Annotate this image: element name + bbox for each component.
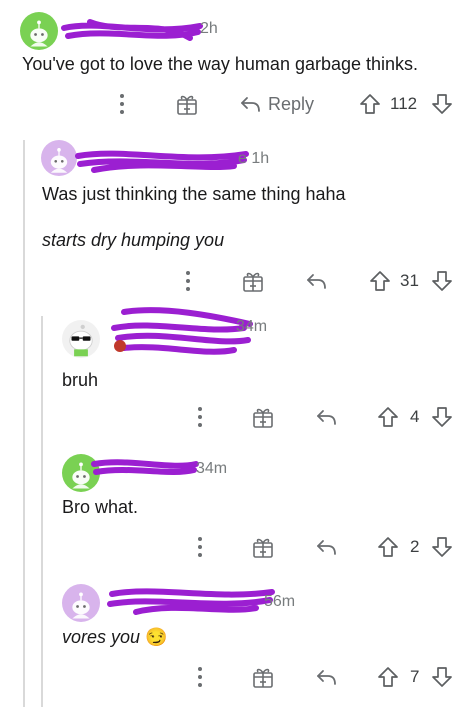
comment-body-italic: starts dry humping you — [42, 230, 225, 250]
award-button[interactable] — [176, 89, 198, 119]
reply-button[interactable] — [306, 266, 328, 296]
reply-button[interactable] — [316, 402, 338, 432]
gift-award-icon — [243, 272, 263, 292]
comment-action-bar: Reply 112 — [0, 89, 474, 119]
comment-body-text: vores you — [62, 627, 141, 647]
reply-arrow-icon — [317, 670, 336, 685]
comment-time: 34m — [196, 460, 228, 477]
vote-score: 2 — [410, 537, 420, 556]
reply-button[interactable]: Reply — [240, 89, 314, 119]
reply-arrow-icon — [241, 97, 260, 112]
snoo-avatar-icon — [50, 147, 68, 174]
award-button[interactable] — [252, 662, 274, 692]
comment-action-bar: 7 — [0, 662, 474, 692]
downvote-arrow-icon — [432, 94, 452, 114]
username-redaction — [107, 588, 275, 615]
reply-button[interactable] — [316, 662, 338, 692]
more-options-button[interactable] — [118, 89, 126, 119]
comment-body: Was just thinking the same thing haha — [42, 184, 346, 204]
reply-arrow-icon — [317, 410, 336, 425]
smirk-emoji: 😏 — [145, 627, 168, 647]
more-vertical-icon — [186, 271, 190, 291]
downvote-button[interactable] — [432, 89, 452, 119]
reply-arrow-icon — [307, 274, 326, 289]
comment-body: vores you 😏 — [62, 627, 167, 648]
more-vertical-icon — [198, 407, 202, 427]
gift-award-icon — [253, 538, 273, 558]
comment-body: Bro what. — [62, 497, 139, 517]
reply-arrow-icon — [317, 540, 336, 555]
upvote-arrow-icon — [378, 537, 398, 557]
avatar[interactable] — [41, 140, 77, 176]
downvote-arrow-icon — [432, 537, 452, 557]
downvote-button[interactable] — [432, 266, 452, 296]
gift-award-icon — [253, 668, 273, 688]
more-options-button[interactable] — [196, 662, 204, 692]
comment-time: 34m — [236, 318, 268, 335]
upvote-button[interactable] — [378, 402, 398, 432]
upvote-arrow-icon — [370, 271, 390, 291]
sunglasses-avatar-icon — [69, 324, 93, 357]
snoo-avatar-icon — [71, 591, 91, 620]
award-button[interactable] — [242, 266, 264, 296]
reply-label: Reply — [268, 93, 315, 114]
upvote-button[interactable] — [370, 266, 390, 296]
more-vertical-icon — [198, 667, 202, 687]
avatar[interactable] — [62, 320, 100, 358]
avatar[interactable] — [20, 12, 58, 50]
snoo-avatar-icon — [29, 19, 49, 48]
comment-body: You've got to love the way human garbage… — [22, 54, 419, 74]
username-redaction — [91, 459, 199, 475]
thread-line[interactable] — [41, 316, 43, 707]
comment-action-bar: 2 — [0, 532, 474, 562]
username-redaction — [61, 19, 203, 41]
more-options-button[interactable] — [196, 402, 204, 432]
vote-score: 31 — [400, 271, 419, 290]
award-button[interactable] — [252, 532, 274, 562]
username-redaction — [111, 307, 253, 355]
vote-score: 4 — [410, 407, 420, 426]
award-button[interactable] — [252, 402, 274, 432]
comment-time: 56m — [264, 593, 296, 610]
avatar[interactable] — [62, 584, 100, 622]
upvote-button[interactable] — [378, 662, 398, 692]
more-options-button[interactable] — [184, 266, 192, 296]
more-vertical-icon — [120, 94, 124, 114]
comment-action-bar: 4 — [0, 402, 474, 432]
comment-time: e 1h — [238, 150, 270, 167]
vote-score: 7 — [410, 667, 420, 686]
vote-score: 112 — [390, 94, 418, 113]
upvote-arrow-icon — [378, 407, 398, 427]
username-redaction — [75, 150, 249, 173]
downvote-button[interactable] — [432, 532, 452, 562]
downvote-button[interactable] — [432, 402, 452, 432]
downvote-button[interactable] — [432, 662, 452, 692]
upvote-arrow-icon — [360, 94, 380, 114]
upvote-button[interactable] — [378, 532, 398, 562]
downvote-arrow-icon — [432, 271, 452, 291]
reply-button[interactable] — [316, 532, 338, 562]
gift-award-icon — [253, 408, 273, 428]
comment-action-bar: 31 — [0, 266, 474, 296]
more-options-button[interactable] — [196, 532, 204, 562]
downvote-arrow-icon — [432, 407, 452, 427]
more-vertical-icon — [198, 537, 202, 557]
comment-body: bruh — [62, 370, 99, 390]
downvote-arrow-icon — [432, 667, 452, 687]
comment-time: 2h — [200, 20, 218, 37]
gift-award-icon — [177, 95, 197, 115]
upvote-button[interactable] — [360, 89, 380, 119]
upvote-arrow-icon — [378, 667, 398, 687]
